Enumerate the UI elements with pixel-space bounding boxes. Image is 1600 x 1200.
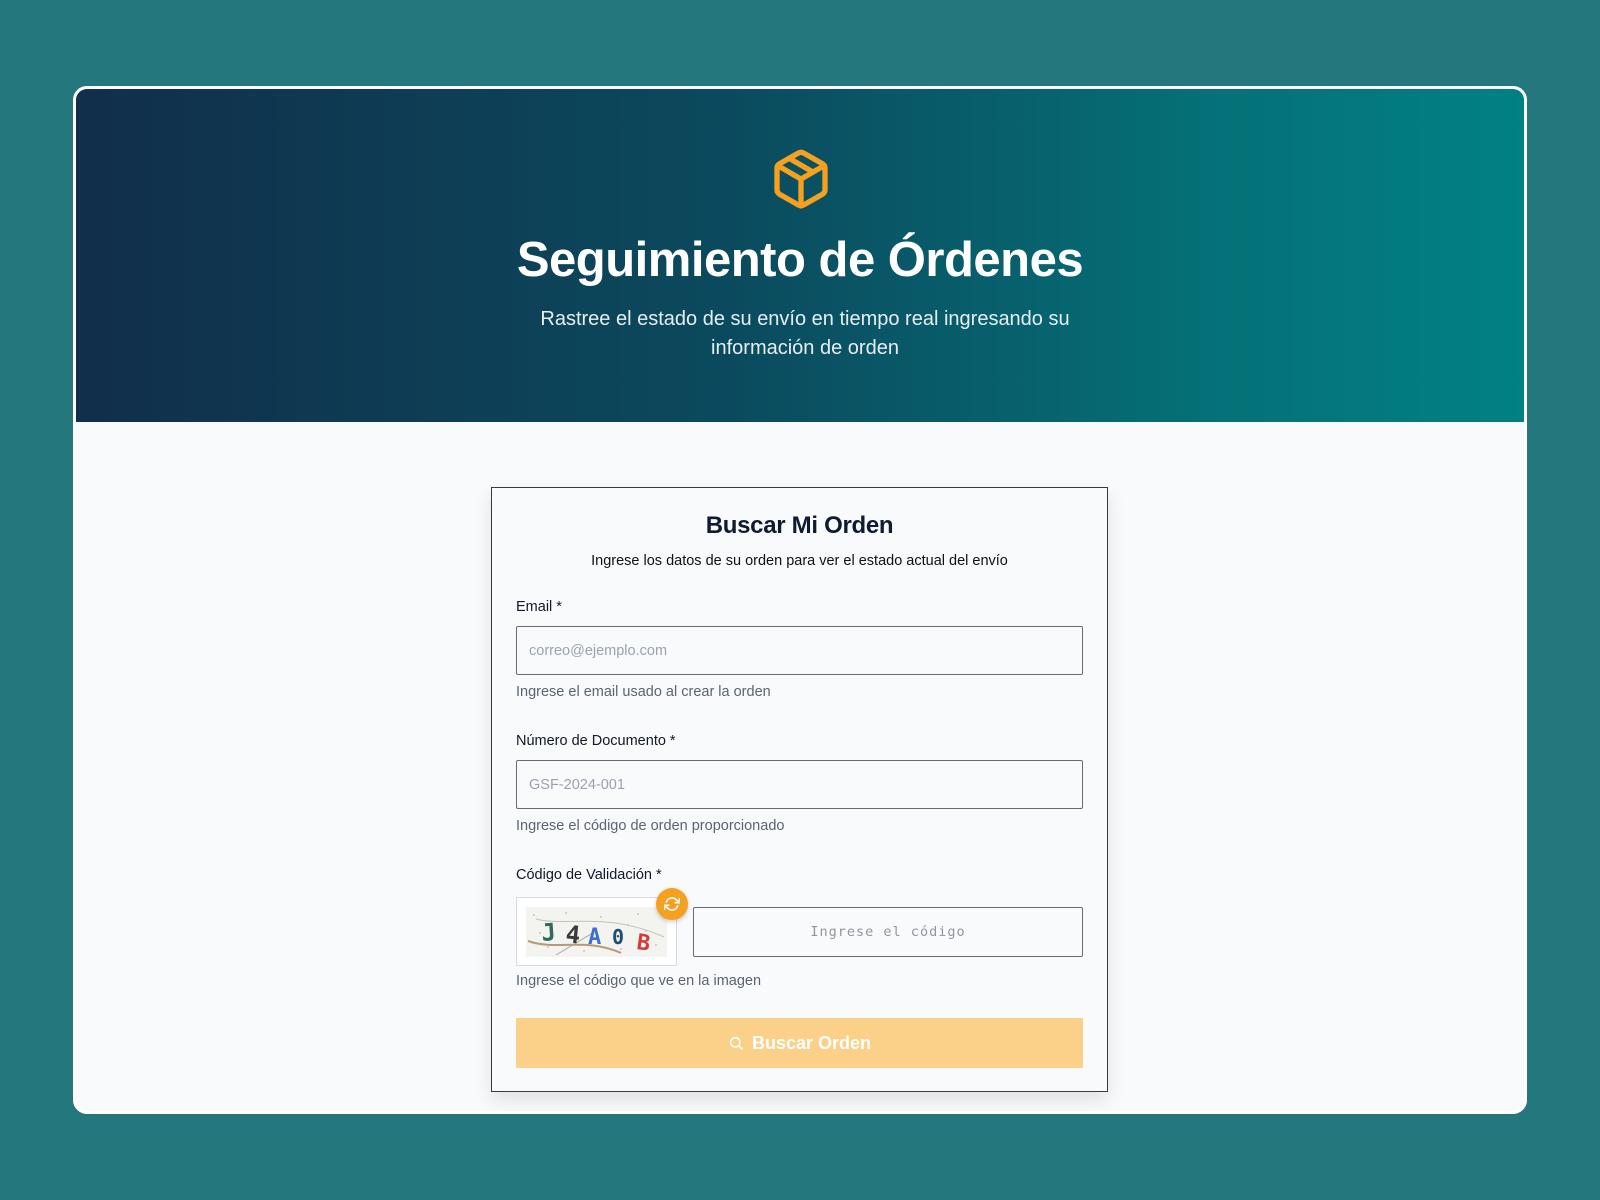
- captcha-char: A: [588, 925, 601, 950]
- card-title: Buscar Mi Orden: [705, 512, 894, 539]
- document-number-field[interactable]: [516, 760, 1083, 809]
- page-subtitle: Rastree el estado de su envío en tiempo …: [540, 308, 1070, 359]
- search-order-button-label: Buscar Orden: [751, 1032, 872, 1053]
- captcha-char: 0: [612, 925, 624, 949]
- captcha-label: Código de Validación *: [516, 867, 662, 883]
- hero-banner: Seguimiento de Órdenes Rastree el estado…: [76, 89, 1524, 422]
- document-number-helper-text: Ingrese el código de orden proporcionado: [516, 818, 785, 834]
- captcha-char: 4: [564, 920, 581, 949]
- document-number-label: Número de Documento *: [516, 733, 676, 749]
- search-order-button[interactable]: Buscar Orden: [516, 1018, 1083, 1068]
- captcha-code-field[interactable]: [693, 907, 1083, 957]
- email-helper-text: Ingrese el email usado al crear la orden: [516, 684, 771, 700]
- card-description: Ingrese los datos de su orden para ver e…: [591, 553, 1008, 569]
- page-title: Seguimiento de Órdenes: [516, 233, 1084, 287]
- captcha-char: J: [540, 918, 556, 947]
- search-icon: [729, 1036, 743, 1050]
- refresh-icon: [664, 897, 680, 911]
- search-order-card: Buscar Mi Orden Ingrese los datos de su …: [491, 487, 1108, 1092]
- email-field[interactable]: [516, 626, 1083, 675]
- captcha-image-frame: J 4 A 0 B: [516, 897, 677, 966]
- package-box-icon: [774, 149, 828, 209]
- captcha-image: J 4 A 0 B: [526, 907, 667, 957]
- email-label: Email *: [516, 599, 562, 615]
- app-window: Seguimiento de Órdenes Rastree el estado…: [73, 86, 1527, 1114]
- captcha-refresh-button[interactable]: [656, 888, 688, 920]
- captcha-helper-text: Ingrese el código que ve en la imagen: [516, 973, 762, 989]
